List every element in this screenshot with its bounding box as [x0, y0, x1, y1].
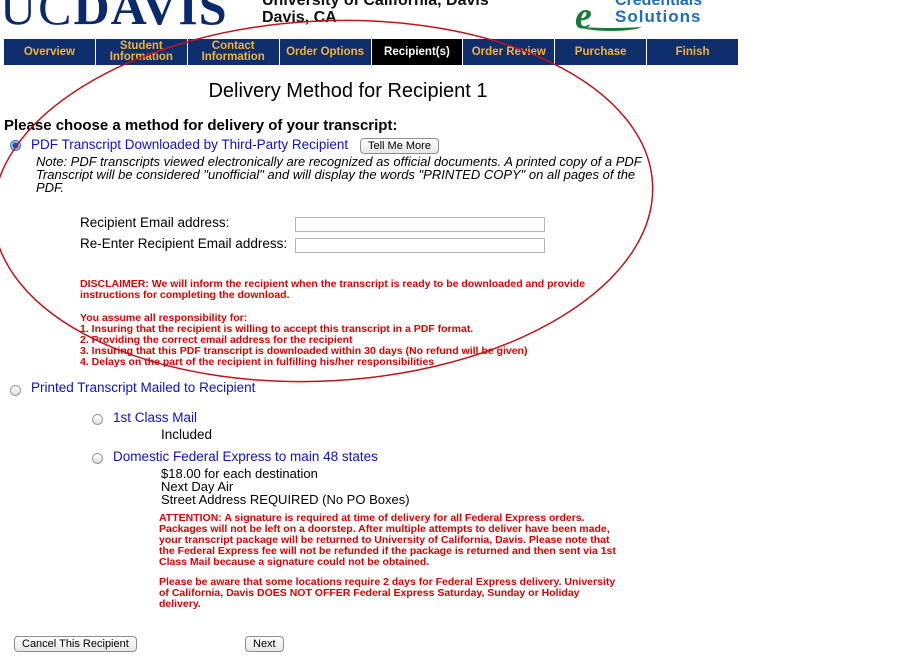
cancel-recipient-button[interactable]: Cancel This Recipient [14, 636, 137, 652]
delivery-prompt: Please choose a method for delivery of y… [4, 117, 398, 134]
mail-option-label[interactable]: Printed Transcript Mailed to Recipient [31, 380, 255, 395]
tab-finish[interactable]: Finish [647, 39, 738, 65]
credentials-solutions-logo: e Credentials Solutions [575, 0, 715, 37]
tab-student-information[interactable]: Student Information [96, 39, 188, 65]
university-line2: Davis, CA [262, 9, 337, 26]
tab-contact-information[interactable]: Contact Information [188, 39, 280, 65]
fedex-address-note: Street Address REQUIRED (No PO Boxes) [161, 492, 410, 507]
tab-order-review[interactable]: Order Review [463, 39, 556, 65]
progress-nav: Overview Student Information Contact Inf… [4, 39, 738, 65]
ucdavis-logo: UCDAVIS [0, 0, 228, 35]
reenter-email-field[interactable] [295, 238, 545, 253]
tab-recipients[interactable]: Recipient(s) [371, 39, 464, 65]
pdf-note: Note: PDF transcripts viewed electronica… [36, 154, 642, 195]
brand-e-letter: e [575, 0, 592, 37]
tab-order-options[interactable]: Order Options [280, 39, 372, 65]
university-name: University of California, Davis Davis, C… [262, 0, 489, 26]
responsibility-item: 4. Delays on the part of the recipient i… [80, 356, 435, 368]
email-label: Recipient Email address: [80, 215, 230, 230]
pdf-option-radio[interactable] [10, 140, 21, 151]
tab-overview[interactable]: Overview [4, 39, 96, 65]
pdf-option-label[interactable]: PDF Transcript Downloaded by Third-Party… [31, 137, 348, 152]
fedex-label[interactable]: Domestic Federal Express to main 48 stat… [113, 449, 378, 464]
first-class-detail: Included [161, 427, 213, 442]
fedex-radio[interactable] [92, 453, 103, 464]
tell-me-more-button[interactable]: Tell Me More [360, 138, 439, 154]
email-field[interactable] [295, 217, 545, 232]
university-line1: University of California, Davis [262, 0, 489, 9]
page-title: Delivery Method for Recipient 1 [208, 80, 488, 102]
brand-swoosh-icon [581, 22, 641, 31]
first-class-radio[interactable] [92, 414, 103, 425]
fedex-details: $18.00 for each destination Next Day Air… [161, 467, 410, 506]
fedex-attention: ATTENTION: A signature is required at ti… [159, 512, 616, 568]
next-button[interactable]: Next [245, 636, 284, 652]
reenter-email-label: Re-Enter Recipient Email address: [80, 236, 288, 251]
first-class-label[interactable]: 1st Class Mail [113, 410, 197, 425]
mail-option-radio[interactable] [10, 385, 21, 396]
fedex-availability: Please be aware that some locations requ… [159, 576, 616, 610]
responsibility-block: You assume all responsibility for: 1. In… [80, 313, 640, 368]
pdf-disclaimer: DISCLAIMER: We will inform the recipient… [80, 278, 586, 301]
tab-purchase[interactable]: Purchase [555, 39, 648, 65]
